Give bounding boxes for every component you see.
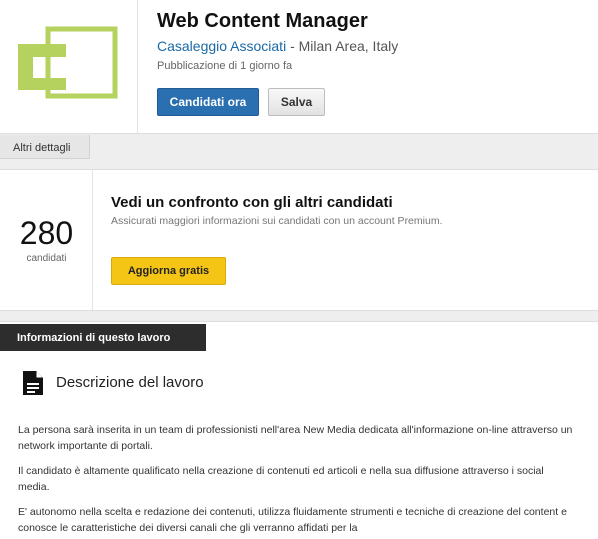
applicant-count: 280 xyxy=(19,215,74,251)
applicant-compare-card: 280 candidati Vedi un confronto con gli … xyxy=(0,169,598,312)
save-button[interactable]: Salva xyxy=(268,88,325,116)
company-location-line: Casaleggio Associati - Milan Area, Italy xyxy=(157,38,398,54)
applicant-count-box: 280 candidati xyxy=(0,170,93,312)
posted-date: Pubblicazione di 1 giorno fa xyxy=(157,60,293,72)
description-title: Descrizione del lavoro xyxy=(56,374,204,391)
job-title: Web Content Manager xyxy=(157,10,368,32)
apply-button[interactable]: Candidati ora xyxy=(157,88,259,116)
job-posting-page: Web Content Manager Casaleggio Associati… xyxy=(0,0,598,539)
compare-title: Vedi un confronto con gli altri candidat… xyxy=(111,194,393,211)
company-logo-icon xyxy=(18,26,118,99)
job-info-section: Informazioni di questo lavoro Descrizion… xyxy=(0,321,598,539)
tab-more-details[interactable]: Altri dettagli xyxy=(0,135,90,159)
company-logo[interactable] xyxy=(0,0,138,134)
applicant-count-label: candidati xyxy=(26,253,67,264)
job-header-card: Web Content Manager Casaleggio Associati… xyxy=(0,0,598,134)
upgrade-button[interactable]: Aggiorna gratis xyxy=(111,257,226,285)
compare-subtitle: Assicurati maggiori informazioni sui can… xyxy=(111,215,443,227)
document-icon xyxy=(23,371,43,395)
company-link[interactable]: Casaleggio Associati xyxy=(157,38,286,54)
job-location: - Milan Area, Italy xyxy=(286,38,399,54)
section-header: Informazioni di questo lavoro xyxy=(0,324,206,351)
description-paragraph: Il candidato è altamente qualificato nel… xyxy=(18,465,544,493)
description-paragraph: E' autonomo nella scelta e redazione dei… xyxy=(18,506,567,534)
description-paragraph: La persona sarà inserita in un team di p… xyxy=(18,424,573,452)
